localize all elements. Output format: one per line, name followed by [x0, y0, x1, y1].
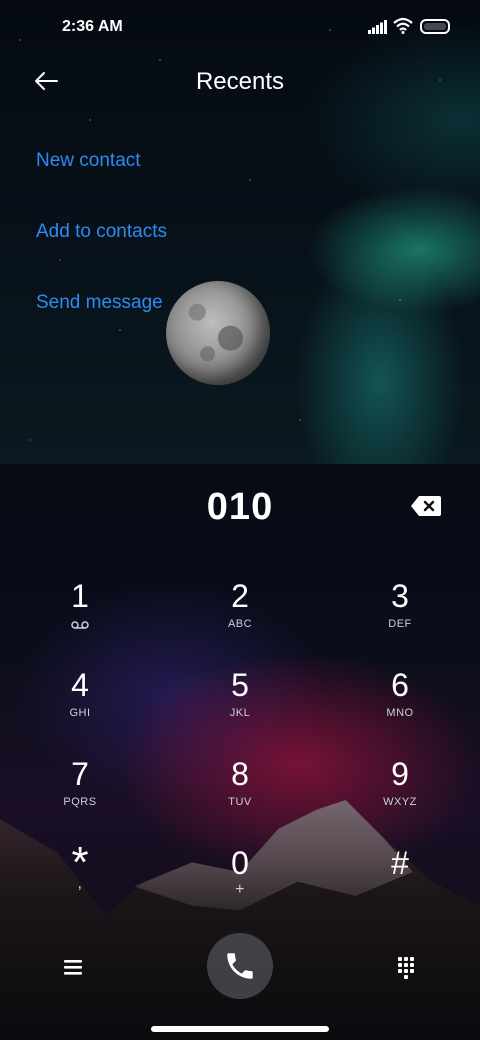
key-letters: + — [235, 881, 245, 898]
new-contact-link[interactable]: New contact — [36, 150, 141, 172]
moon-image — [166, 281, 270, 385]
dialed-number: 010 — [206, 486, 274, 528]
key-letters: JKL — [229, 707, 251, 719]
key-letters: GHI — [69, 707, 91, 719]
key-4[interactable]: 4 GHI — [20, 665, 140, 745]
key-letters: TUV — [228, 796, 252, 808]
send-message-link[interactable]: Send message — [36, 292, 163, 314]
key-letters: PQRS — [63, 796, 97, 808]
key-9[interactable]: 9 WXYZ — [340, 754, 460, 834]
home-indicator[interactable] — [151, 1026, 329, 1032]
add-to-contacts-link[interactable]: Add to contacts — [36, 221, 167, 243]
key-5[interactable]: 5 JKL — [180, 665, 300, 745]
backspace-icon[interactable] — [410, 494, 442, 518]
key-3[interactable]: 3 DEF — [340, 576, 460, 656]
cell-signal-icon — [368, 20, 387, 34]
status-time: 2:36 AM — [62, 18, 123, 35]
wifi-icon — [393, 17, 413, 34]
key-digit: 5 — [231, 667, 249, 703]
key-digit: 7 — [71, 756, 89, 792]
key-letters: WXYZ — [383, 796, 417, 808]
keypad-icon[interactable] — [390, 952, 422, 982]
key-digit: 1 — [71, 578, 89, 614]
key-2[interactable]: 2 ABC — [180, 576, 300, 656]
dialer-bottom-bar — [0, 930, 480, 1010]
status-bar: 2:36 AM — [0, 0, 480, 56]
key-digit: 3 — [391, 578, 409, 614]
key-letters: , — [77, 875, 83, 892]
key-6[interactable]: 6 MNO — [340, 665, 460, 745]
key-digit: 9 — [391, 756, 409, 792]
key-letters: DEF — [388, 618, 412, 630]
key-hash[interactable]: # — [340, 843, 460, 923]
menu-icon[interactable] — [58, 952, 90, 982]
key-letters: ABC — [227, 618, 253, 630]
voicemail-icon — [71, 621, 89, 629]
battery-icon — [420, 19, 450, 34]
key-star[interactable]: * , — [20, 841, 140, 923]
call-button[interactable] — [207, 933, 273, 999]
page-title: Recents — [195, 68, 285, 95]
key-digit: 0 — [231, 845, 249, 881]
key-digit: 6 — [391, 667, 409, 703]
key-0[interactable]: 0 + — [180, 843, 300, 923]
key-digit: 4 — [71, 667, 89, 703]
key-7[interactable]: 7 PQRS — [20, 754, 140, 834]
phone-icon — [227, 953, 253, 979]
key-digit: 8 — [231, 756, 249, 792]
key-letters: MNO — [386, 707, 414, 719]
key-digit: # — [391, 845, 409, 881]
key-1[interactable]: 1 — [20, 576, 140, 656]
key-digit: 2 — [231, 578, 249, 614]
key-8[interactable]: 8 TUV — [180, 754, 300, 834]
